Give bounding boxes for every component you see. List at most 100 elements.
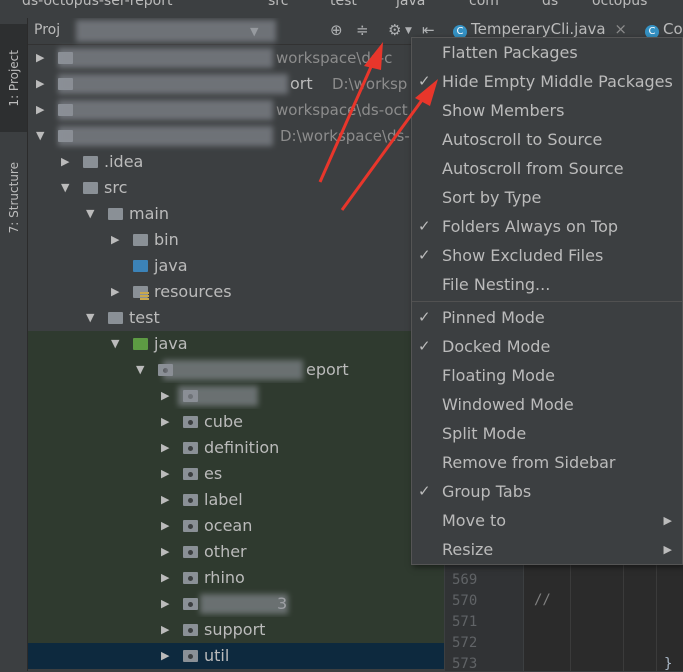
close-icon[interactable]: × xyxy=(614,20,627,38)
redacted-area xyxy=(200,594,288,614)
menu-item-show-excluded-files[interactable]: ✓ Show Excluded Files xyxy=(412,241,682,270)
tree-node[interactable]: ▶3 xyxy=(28,591,444,617)
tree-node-label: ort xyxy=(290,74,313,93)
tree-node-label: rhino xyxy=(204,568,245,587)
tool-tab-structure[interactable]: 7: Structure xyxy=(0,138,27,258)
breadcrumb-java[interactable]: java xyxy=(396,0,425,9)
expanded-arrow-icon[interactable]: ▼ xyxy=(136,357,144,383)
collapsed-arrow-icon[interactable]: ▶ xyxy=(161,409,169,435)
tree-node[interactable]: ▶ rhino xyxy=(28,565,444,591)
menu-item-label: File Nesting... xyxy=(442,275,551,294)
tree-node[interactable]: java xyxy=(28,253,444,279)
code-area[interactable] xyxy=(524,560,683,671)
tree-node[interactable]: ▶ es xyxy=(28,461,444,487)
tree-node[interactable]: ▼ eport xyxy=(28,357,444,383)
expanded-arrow-icon[interactable]: ▼ xyxy=(36,123,44,149)
tree-node-label: java xyxy=(154,334,188,353)
tree-node[interactable]: ▶ ort D:\worksp xyxy=(28,71,444,97)
tree-node[interactable]: ▼ test xyxy=(28,305,444,331)
collapsed-arrow-icon[interactable]: ▶ xyxy=(161,539,169,565)
menu-item-show-members[interactable]: Show Members xyxy=(412,96,682,125)
tree-node[interactable]: ▶ support xyxy=(28,617,444,643)
breadcrumb-com[interactable]: com xyxy=(469,0,499,9)
tree-node[interactable]: ▼ main xyxy=(28,201,444,227)
menu-item-file-nesting[interactable]: File Nesting... xyxy=(412,270,682,299)
collapsed-arrow-icon[interactable]: ▶ xyxy=(161,643,169,669)
redacted-area xyxy=(58,48,273,68)
collapsed-arrow-icon[interactable]: ▶ xyxy=(161,487,169,513)
collapsed-arrow-icon[interactable]: ▶ xyxy=(161,513,169,539)
breadcrumb-octopus[interactable]: octopus xyxy=(592,0,647,9)
menu-item-folders-always-on-top[interactable]: ✓ Folders Always on Top xyxy=(412,212,682,241)
locate-file-icon[interactable]: ⊕ xyxy=(330,21,343,39)
tree-node[interactable]: ▼ java xyxy=(28,331,444,357)
menu-item-sort-by-type[interactable]: Sort by Type xyxy=(412,183,682,212)
breadcrumb-test[interactable]: test xyxy=(330,0,357,9)
menu-item-autoscroll-from-source[interactable]: Autoscroll from Source xyxy=(412,154,682,183)
menu-item-split-mode[interactable]: Split Mode xyxy=(412,419,682,448)
folder-icon xyxy=(108,208,123,220)
collapsed-arrow-icon[interactable]: ▶ xyxy=(36,97,44,123)
package-icon xyxy=(183,546,198,558)
collapsed-arrow-icon[interactable]: ▶ xyxy=(161,435,169,461)
gear-dropdown-icon[interactable]: ▼ xyxy=(405,26,412,36)
expanded-arrow-icon[interactable]: ▼ xyxy=(61,175,69,201)
menu-item-floating-mode[interactable]: Floating Mode xyxy=(412,361,682,390)
menu-item-remove-from-sidebar[interactable]: Remove from Sidebar xyxy=(412,448,682,477)
menu-item-move-to[interactable]: Move to ▶ xyxy=(412,506,682,535)
tree-node[interactable]: ▶ other xyxy=(28,539,444,565)
breadcrumb-ds[interactable]: ds xyxy=(542,0,558,9)
collapsed-arrow-icon[interactable]: ▶ xyxy=(61,149,69,175)
tree-node[interactable]: ▼ D:\workspace\ds- xyxy=(28,123,444,149)
breadcrumb-project[interactable]: ds-octopus-ser-report xyxy=(22,0,173,9)
menu-item-resize[interactable]: Resize ▶ xyxy=(412,535,682,564)
tree-node[interactable]: ▶ workspace\ds-oct xyxy=(28,97,444,123)
checkmark-icon: ✓ xyxy=(418,308,431,326)
menu-item-pinned-mode[interactable]: ✓ Pinned Mode xyxy=(412,303,682,332)
collapsed-arrow-icon[interactable]: ▶ xyxy=(161,617,169,643)
menu-item-autoscroll-to-source[interactable]: Autoscroll to Source xyxy=(412,125,682,154)
menu-item-label: Hide Empty Middle Packages xyxy=(442,72,673,91)
collapsed-arrow-icon[interactable]: ▶ xyxy=(111,279,119,305)
project-panel-header: Proj ▼ ⊕ ≑ ⚙ ▼ ⇤ xyxy=(28,18,444,45)
menu-separator xyxy=(412,301,682,302)
tree-node[interactable]: ▶ definition xyxy=(28,435,444,461)
package-icon xyxy=(183,520,198,532)
folder-icon xyxy=(83,156,98,168)
collapsed-arrow-icon[interactable]: ▶ xyxy=(161,383,169,409)
package-icon xyxy=(183,416,198,428)
expanded-arrow-icon[interactable]: ▼ xyxy=(86,201,94,227)
tree-node[interactable]: ▶ xyxy=(28,383,444,409)
breadcrumb-src[interactable]: src xyxy=(268,0,288,9)
project-view-selector[interactable]: Proj xyxy=(34,22,60,38)
tree-node[interactable]: ▶ util xyxy=(28,643,444,669)
folder-icon xyxy=(133,286,149,301)
menu-item-hide-empty-middle-packages[interactable]: ✓ Hide Empty Middle Packages xyxy=(412,67,682,96)
menu-item-docked-mode[interactable]: ✓ Docked Mode xyxy=(412,332,682,361)
tree-node[interactable]: ▶ .idea xyxy=(28,149,444,175)
menu-item-flatten-packages[interactable]: Flatten Packages xyxy=(412,38,682,67)
menu-item-windowed-mode[interactable]: Windowed Mode xyxy=(412,390,682,419)
tree-node[interactable]: ▶ label xyxy=(28,487,444,513)
collapsed-arrow-icon[interactable]: ▶ xyxy=(111,227,119,253)
expanded-arrow-icon[interactable]: ▼ xyxy=(86,305,94,331)
tree-node-label: resources xyxy=(154,282,232,301)
expanded-arrow-icon[interactable]: ▼ xyxy=(111,331,119,357)
tree-node-label: ocean xyxy=(204,516,253,535)
collapse-all-icon[interactable]: ≑ xyxy=(356,21,369,39)
collapsed-arrow-icon[interactable]: ▶ xyxy=(161,461,169,487)
tree-node[interactable]: ▶ workspace\ds-c xyxy=(28,45,444,71)
tree-node[interactable]: ▶ bin xyxy=(28,227,444,253)
collapsed-arrow-icon[interactable]: ▶ xyxy=(161,591,169,617)
tree-node[interactable]: ▶ cube xyxy=(28,409,444,435)
collapsed-arrow-icon[interactable]: ▶ xyxy=(36,45,44,71)
tool-tab-project[interactable]: 1: Project xyxy=(0,24,27,132)
menu-item-group-tabs[interactable]: ✓ Group Tabs xyxy=(412,477,682,506)
folder-icon xyxy=(133,260,148,272)
collapsed-arrow-icon[interactable]: ▶ xyxy=(161,565,169,591)
gear-icon[interactable]: ⚙ xyxy=(388,21,401,39)
collapsed-arrow-icon[interactable]: ▶ xyxy=(36,71,44,97)
tree-node[interactable]: ▶ resources xyxy=(28,279,444,305)
tree-node[interactable]: ▶ ocean xyxy=(28,513,444,539)
tree-node[interactable]: ▼ src xyxy=(28,175,444,201)
